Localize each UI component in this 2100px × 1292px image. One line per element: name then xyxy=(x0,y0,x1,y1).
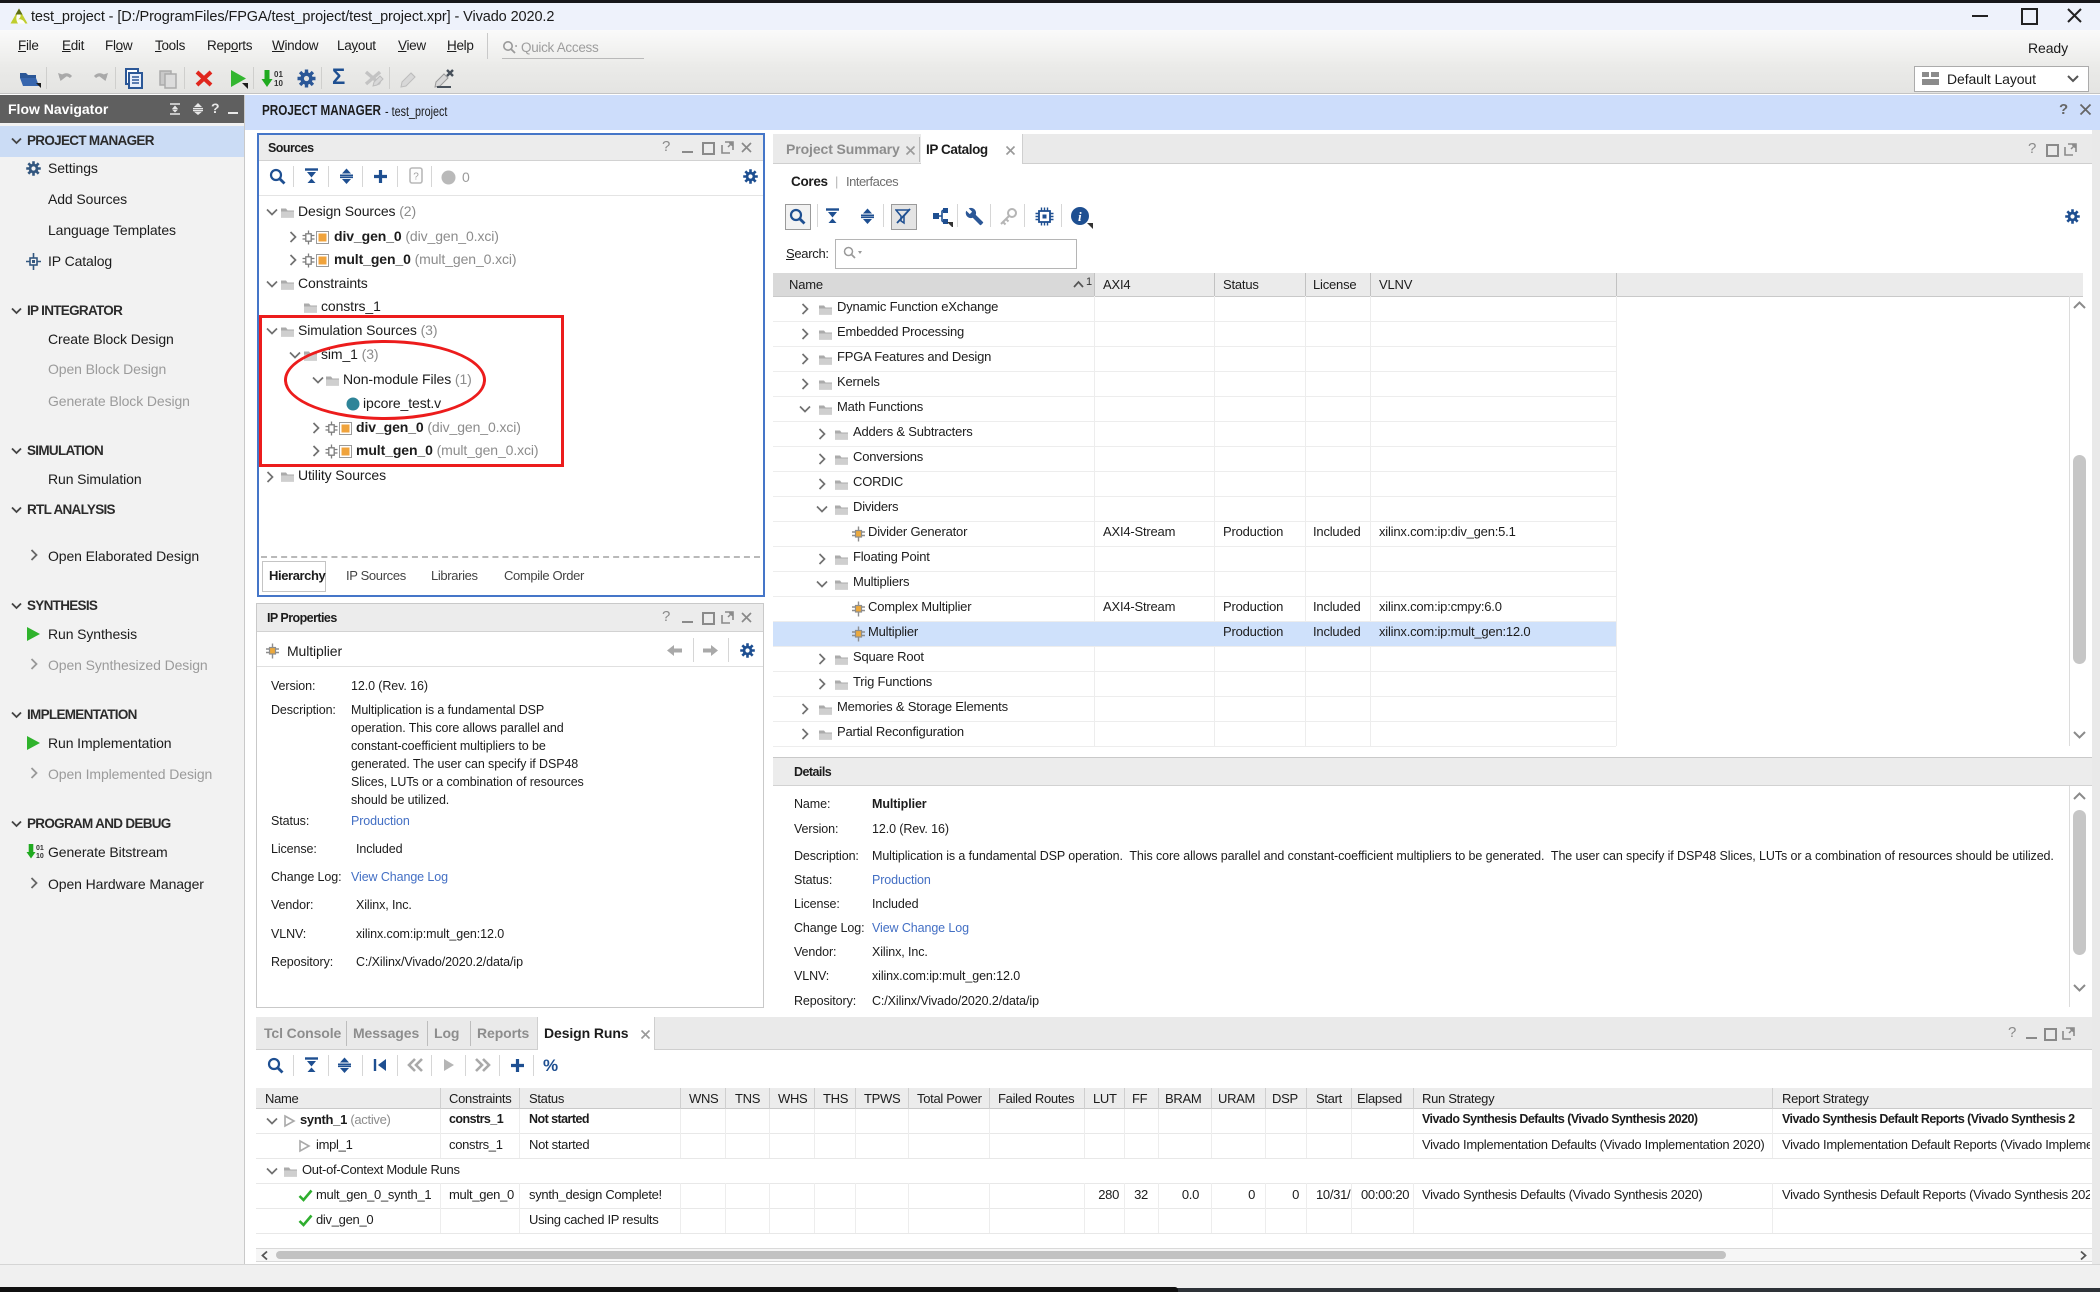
svg-text:10: 10 xyxy=(274,79,283,88)
svg-text:10: 10 xyxy=(36,853,44,860)
svg-text:i: i xyxy=(1078,209,1082,224)
svg-text:?: ? xyxy=(413,172,419,183)
svg-text:01: 01 xyxy=(274,70,283,79)
svg-text:01: 01 xyxy=(36,845,44,852)
